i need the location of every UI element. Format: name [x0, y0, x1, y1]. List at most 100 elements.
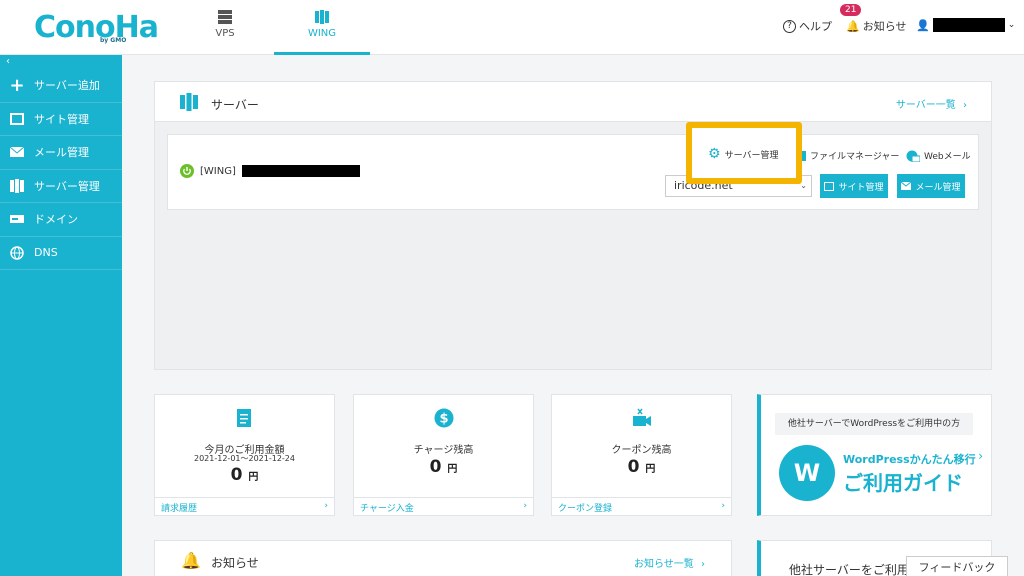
- notifications-link[interactable]: 🔔 お知らせ: [846, 18, 906, 34]
- notice-panel: 🔔 お知らせ お知らせ一覧 ›: [154, 540, 732, 576]
- server-prefix: [WING]: [200, 165, 236, 177]
- invoice-icon: [236, 409, 251, 427]
- sidebar-item-label: サーバー管理: [34, 179, 100, 193]
- server-list-link-label: サーバー一覧: [895, 100, 956, 111]
- sidebar-item-add-server[interactable]: + サーバー追加: [0, 69, 122, 103]
- user-icon: 👤: [916, 18, 930, 32]
- server-list-link[interactable]: サーバー一覧 ›: [896, 96, 967, 111]
- wordpress-logo-icon: W: [779, 445, 835, 501]
- card-charge-balance: $ チャージ残高 0 円 チャージ入金 ›: [353, 394, 534, 516]
- wing-icon: [315, 10, 329, 24]
- charge-deposit-link[interactable]: チャージ入金 ›: [354, 497, 533, 515]
- notice-list-link[interactable]: お知らせ一覧 ›: [634, 555, 705, 570]
- file-manager-link[interactable]: ファイルマネージャー: [800, 149, 899, 162]
- wordpress-migration-banner[interactable]: 他社サーバーでWordPressをご利用中の方 W WordPressかんたん移…: [757, 394, 992, 516]
- svg-text:$: $: [439, 412, 448, 427]
- card-period: 2021-12-01〜2021-12-24: [194, 454, 295, 463]
- chevron-down-icon: ⌄: [1007, 20, 1016, 30]
- tab-wing[interactable]: WING: [274, 0, 370, 55]
- bell-icon: 🔔: [846, 19, 860, 33]
- banner-line1: WordPressかんたん移行: [843, 453, 976, 466]
- billing-history-link[interactable]: 請求履歴 ›: [155, 497, 334, 515]
- amount-unit: 円: [248, 472, 259, 483]
- card-title: チャージ残高: [413, 445, 474, 456]
- server-panel-header: サーバー サーバー一覧 ›: [155, 82, 991, 122]
- help-icon: ?: [783, 19, 796, 33]
- sidebar-item-site-management[interactable]: サイト管理: [0, 103, 122, 136]
- server-rack-icon: [218, 10, 232, 24]
- card-link-label: 請求履歴: [161, 504, 198, 514]
- user-name-redacted: [932, 18, 1005, 32]
- amount-unit: 円: [447, 464, 458, 475]
- top-header: ConoHa by GMO VPS WING ? ヘルプ 21 🔔 お知らせ 👤…: [0, 0, 1024, 55]
- sidebar: ‹ + サーバー追加 サイト管理 メール管理 サーバー管理 ドメイン DNS: [0, 55, 122, 576]
- server-icon: [180, 93, 198, 111]
- tab-vps[interactable]: VPS: [177, 0, 273, 55]
- amount-value: 0: [627, 457, 640, 477]
- help-link[interactable]: ? ヘルプ: [783, 18, 832, 34]
- server-manage-link[interactable]: ⚙ サーバー管理: [708, 146, 778, 162]
- card-amount: 0 円: [552, 457, 731, 477]
- sidebar-item-label: サーバー追加: [34, 79, 100, 93]
- file-manager-label: ファイルマネージャー: [810, 152, 900, 162]
- coupon-register-link[interactable]: クーポン登録 ›: [552, 497, 731, 515]
- banner-caption: 他社サーバーでWordPressをご利用中の方: [775, 413, 973, 435]
- server-panel-title: サーバー: [211, 98, 259, 112]
- notice-title: お知らせ: [211, 556, 259, 570]
- sidebar-item-label: ドメイン: [34, 213, 78, 227]
- notifications-label: お知らせ: [862, 20, 907, 33]
- sidebar-item-server-management[interactable]: サーバー管理: [0, 170, 122, 203]
- card-monthly-usage: 今月のご利用金額 2021-12-01〜2021-12-24 0 円 請求履歴 ›: [154, 394, 335, 516]
- chevron-right-icon: ›: [701, 559, 705, 570]
- card-title: クーポン残高: [611, 445, 672, 456]
- sidebar-item-label: DNS: [34, 246, 58, 260]
- logo-sub: by GMO: [100, 37, 127, 44]
- chevron-right-icon: ›: [721, 501, 725, 511]
- server-icon: [10, 178, 24, 193]
- sidebar-item-mail-management[interactable]: メール管理: [0, 136, 122, 170]
- plus-icon: +: [9, 74, 25, 96]
- card-link-label: チャージ入金: [360, 504, 414, 514]
- server-panel: サーバー サーバー一覧 › [WING]: [154, 81, 992, 370]
- sidebar-item-label: サイト管理: [34, 112, 89, 126]
- globe-icon: [10, 246, 24, 260]
- chevron-right-icon: ›: [978, 449, 983, 463]
- amount-value: 0: [230, 465, 243, 485]
- dollar-coin-icon: $: [434, 408, 453, 428]
- webmail-label: Webメール: [924, 152, 971, 162]
- window-icon: [10, 112, 24, 126]
- sidebar-item-dns[interactable]: DNS: [0, 237, 122, 270]
- user-menu[interactable]: 👤 ⌄: [916, 18, 1015, 32]
- site-manage-label: サイト管理: [838, 182, 884, 193]
- chevron-right-icon: ›: [324, 501, 328, 511]
- amount-value: 0: [429, 457, 442, 477]
- server-manage-label: サーバー管理: [724, 150, 779, 161]
- tab-vps-label: VPS: [215, 28, 235, 39]
- sidebar-collapse-button[interactable]: ‹: [0, 55, 122, 69]
- mail-manage-button[interactable]: メール管理: [897, 174, 965, 198]
- card-amount: 0 円: [354, 457, 533, 477]
- domain-icon: [10, 212, 24, 226]
- coupon-icon: [632, 408, 651, 426]
- notice-list-label: お知らせ一覧: [634, 559, 694, 570]
- banner-title: 他社サーバーをご利用: [789, 563, 909, 576]
- card-amount: 0 円: [155, 465, 334, 485]
- conoha-logo[interactable]: ConoHa: [34, 10, 159, 45]
- notification-badge: 21: [840, 4, 862, 16]
- sidebar-item-label: メール管理: [34, 146, 89, 160]
- envelope-icon: [10, 145, 24, 159]
- card-link-label: クーポン登録: [558, 504, 613, 514]
- banner-line2: ご利用ガイド: [843, 471, 963, 495]
- gear-icon: ⚙: [708, 146, 721, 162]
- sidebar-item-domain[interactable]: ドメイン: [0, 203, 122, 237]
- site-manage-button[interactable]: サイト管理: [820, 174, 888, 198]
- feedback-button[interactable]: フィードバック: [906, 556, 1008, 576]
- help-label: ヘルプ: [799, 20, 832, 33]
- chevron-right-icon: ›: [963, 100, 967, 111]
- window-icon: [824, 181, 835, 191]
- server-manage-highlight[interactable]: ⚙ サーバー管理: [686, 122, 802, 184]
- chevron-right-icon: ›: [523, 501, 527, 511]
- server-row: [WING]: [167, 134, 979, 210]
- webmail-link[interactable]: Webメール: [906, 149, 971, 162]
- amount-unit: 円: [645, 464, 656, 475]
